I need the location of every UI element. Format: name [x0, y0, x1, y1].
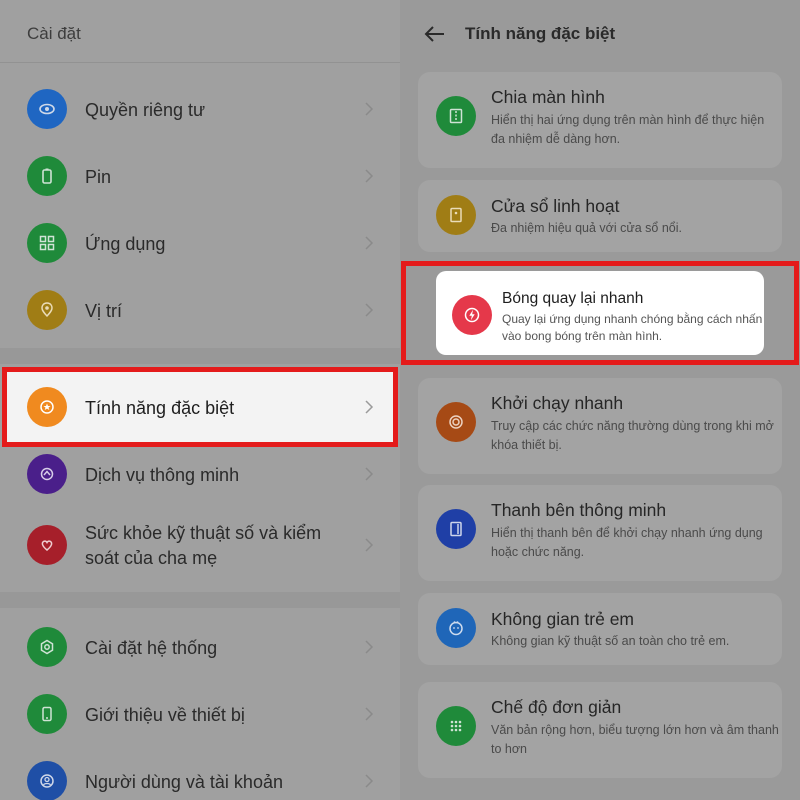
- feature-card-smart-sidebar[interactable]: Thanh bên thông minh Hiển thị thanh bên …: [418, 485, 782, 581]
- feature-description: Không gian kỹ thuật số an toàn cho trẻ e…: [491, 634, 730, 648]
- user-account-icon: [27, 761, 67, 800]
- feature-title: Chế độ đơn giản: [491, 697, 622, 717]
- feature-title: Khởi chạy nhanh: [491, 393, 624, 413]
- settings-item-location[interactable]: Vị trí: [0, 280, 400, 340]
- floating-window-icon: [436, 195, 476, 235]
- chevron-right-icon: [362, 467, 376, 481]
- feature-title: Bóng quay lại nhanh: [502, 290, 644, 307]
- chevron-right-icon: [362, 538, 376, 552]
- feature-description: Quay lại ứng dụng nhanh chóng bằng cách …: [502, 312, 763, 343]
- kids-space-icon: [436, 608, 476, 648]
- section-gap: [0, 348, 400, 364]
- feature-title: Chia màn hình: [491, 87, 605, 107]
- feature-card-quick-return[interactable]: Bóng quay lại nhanh Quay lại ứng dụng nh…: [436, 271, 764, 355]
- settings-item-label: Quyền riêng tư: [85, 100, 206, 120]
- settings-panel: Cài đặt Quyền riêng tư Pin Ứng dụng Vị t…: [0, 0, 400, 800]
- settings-item-battery[interactable]: Pin: [0, 146, 400, 206]
- location-pin-icon: [27, 290, 67, 330]
- battery-icon: [27, 156, 67, 196]
- system-gear-icon: [27, 627, 67, 667]
- settings-item-digital-wellbeing[interactable]: Sức khỏe kỹ thuật số và kiểm soát của ch…: [0, 513, 400, 583]
- settings-item-label: Tính năng đặc biệt: [85, 398, 235, 418]
- feature-title: Không gian trẻ em: [491, 609, 635, 629]
- star-badge-icon: [27, 387, 67, 427]
- section-gap: [0, 592, 400, 608]
- settings-item-about-device[interactable]: Giới thiệu về thiết bị: [0, 684, 400, 744]
- quick-launch-icon: [436, 402, 476, 442]
- feature-description: Hiển thị thanh bên để khởi chạy nhanh ứn…: [491, 526, 763, 559]
- quick-return-bolt-icon: [452, 295, 492, 335]
- apps-grid-icon: [27, 223, 67, 263]
- simple-mode-grid-icon: [436, 706, 476, 746]
- settings-item-label: Vị trí: [85, 301, 123, 321]
- heart-person-icon: [27, 525, 67, 565]
- feature-card-kids-space[interactable]: Không gian trẻ em Không gian kỹ thuật số…: [418, 593, 782, 665]
- chevron-right-icon: [362, 303, 376, 317]
- chevron-right-icon: [362, 400, 376, 414]
- settings-item-label: Người dùng và tài khoản: [85, 772, 283, 792]
- settings-item-system[interactable]: Cài đặt hệ thống: [0, 617, 400, 677]
- privacy-eye-icon: [27, 89, 67, 129]
- feature-card-quick-launch[interactable]: Khởi chạy nhanh Truy cập các chức năng t…: [418, 378, 782, 474]
- feature-description: Đa nhiệm hiệu quả với cửa sổ nổi.: [491, 221, 682, 235]
- back-arrow-icon[interactable]: [423, 24, 447, 44]
- feature-title: Thanh bên thông minh: [491, 500, 667, 520]
- feature-card-split-screen[interactable]: Chia màn hình Hiển thị hai ứng dụng trên…: [418, 72, 782, 168]
- header-divider: [0, 62, 400, 63]
- settings-item-apps[interactable]: Ứng dụng: [0, 213, 400, 273]
- split-screen-icon: [436, 96, 476, 136]
- feature-card-quick-return-highlight: Bóng quay lại nhanh Quay lại ứng dụng nh…: [401, 261, 799, 365]
- feature-card-floating-window[interactable]: Cửa sổ linh hoạt Đa nhiệm hiệu quả với c…: [418, 180, 782, 252]
- smart-sidebar-icon: [436, 509, 476, 549]
- settings-item-label: Dịch vụ thông minh: [85, 465, 240, 485]
- settings-item-label-line2: soát của cha mẹ: [85, 548, 218, 568]
- phone-device-icon: [27, 694, 67, 734]
- settings-title: Cài đặt: [27, 24, 81, 43]
- chevron-right-icon: [362, 236, 376, 250]
- settings-item-label: Giới thiệu về thiết bị: [85, 705, 245, 725]
- feature-description: Hiển thị hai ứng dụng trên màn hình để t…: [491, 113, 765, 146]
- chevron-right-icon: [362, 169, 376, 183]
- feature-description: Truy cập các chức năng thường dùng trong…: [491, 419, 774, 452]
- feature-title: Cửa sổ linh hoạt: [491, 196, 620, 216]
- settings-item-special-features[interactable]: Tính năng đặc biệt: [2, 367, 398, 447]
- chevron-right-icon: [362, 102, 376, 116]
- settings-item-label: Pin: [85, 167, 112, 187]
- chevron-right-icon: [362, 640, 376, 654]
- settings-item-users-accounts[interactable]: Người dùng và tài khoản: [0, 751, 400, 800]
- chevron-right-icon: [362, 774, 376, 788]
- feature-description: Văn bản rộng hơn, biểu tượng lớn hơn và …: [491, 723, 779, 756]
- feature-card-simple-mode[interactable]: Chế độ đơn giản Văn bản rộng hơn, biểu t…: [418, 682, 782, 778]
- settings-item-privacy[interactable]: Quyền riêng tư: [0, 79, 400, 139]
- chevron-right-icon: [362, 707, 376, 721]
- smart-service-icon: [27, 454, 67, 494]
- settings-item-label: Ứng dụng: [85, 234, 166, 254]
- settings-item-label: Sức khỏe kỹ thuật số và kiểm: [85, 523, 322, 543]
- page-title: Tính năng đặc biệt: [465, 24, 616, 43]
- settings-item-label: Cài đặt hệ thống: [85, 638, 218, 658]
- settings-item-smart-services[interactable]: Dịch vụ thông minh: [0, 444, 400, 504]
